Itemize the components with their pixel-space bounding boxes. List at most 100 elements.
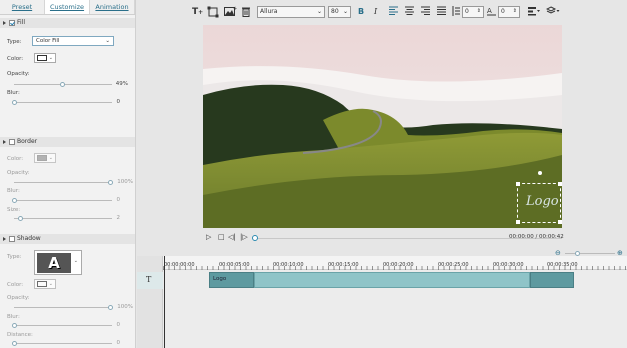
fill-type-label: Type: bbox=[7, 39, 22, 45]
prev-frame-button[interactable]: ◁| bbox=[228, 233, 236, 241]
shadow-distance-slider[interactable] bbox=[12, 341, 112, 346]
slider-thumb[interactable] bbox=[12, 323, 17, 328]
fill-color-picker[interactable]: ⌄ bbox=[34, 53, 56, 63]
ruler-label: 00:00:15:00 bbox=[328, 262, 359, 268]
fill-section-header[interactable]: Fill bbox=[0, 18, 135, 28]
fill-type-select[interactable]: Color Fill ⌄ bbox=[32, 36, 114, 46]
align-left-icon[interactable] bbox=[389, 6, 398, 19]
chevron-down-icon: ⌄ bbox=[105, 38, 110, 44]
text-box-icon[interactable] bbox=[207, 6, 219, 22]
slider-thumb[interactable] bbox=[12, 100, 17, 105]
clip-head[interactable]: Logo bbox=[209, 272, 254, 288]
fill-blur-value: 0 bbox=[116, 99, 121, 105]
border-blur-slider[interactable] bbox=[12, 198, 112, 203]
logo-selection-box[interactable]: Logo bbox=[516, 171, 562, 224]
align-center-icon[interactable] bbox=[405, 6, 414, 19]
border-size-value: 2 bbox=[116, 215, 121, 221]
text-toolbar: T+ + Allura ⌄ 80 ⌄ B I 0 ⇕ A 0 ⇕ bbox=[137, 0, 627, 25]
shadow-type-picker[interactable]: A ⌄ bbox=[34, 250, 82, 275]
ruler-label: 00:00:30:00 bbox=[493, 262, 524, 268]
justify-icon[interactable] bbox=[437, 6, 446, 19]
fill-color-label: Color: bbox=[7, 56, 24, 62]
timeline-ruler[interactable]: 00:00:00:00 00:00:05:00 00:00:10:00 00:0… bbox=[163, 256, 627, 270]
resize-handle[interactable] bbox=[558, 220, 562, 224]
border-color-label: Color: bbox=[7, 156, 24, 162]
clip-body[interactable] bbox=[254, 272, 530, 288]
video-preview[interactable]: Logo bbox=[203, 25, 562, 228]
border-blur-label: Blur: bbox=[7, 188, 20, 194]
fill-opacity-value: 49% bbox=[115, 81, 128, 87]
font-size-value: 80 bbox=[331, 8, 339, 15]
tab-animation[interactable]: Animation bbox=[90, 0, 135, 14]
preview-image bbox=[203, 25, 562, 228]
properties-panel: Preset Customize Animation Fill Type: Co… bbox=[0, 0, 136, 348]
text-track-header[interactable]: T bbox=[137, 272, 163, 289]
track-header-column bbox=[137, 256, 163, 348]
delete-icon[interactable] bbox=[241, 6, 251, 21]
chevron-down-icon: ⌄ bbox=[73, 258, 78, 264]
border-opacity-value: 100% bbox=[117, 179, 133, 185]
zoom-slider[interactable] bbox=[565, 251, 615, 256]
border-checkbox[interactable] bbox=[9, 138, 15, 145]
fill-opacity-slider[interactable] bbox=[14, 82, 112, 87]
letter-spacing-icon: A bbox=[487, 6, 496, 20]
resize-handle[interactable] bbox=[516, 220, 520, 224]
text-track-icon: T bbox=[146, 275, 152, 284]
clip-tail[interactable] bbox=[530, 272, 574, 288]
ruler-label: 00:00:10:00 bbox=[273, 262, 304, 268]
shadow-color-picker[interactable]: ⌄ bbox=[34, 279, 56, 289]
play-button[interactable]: ▷ bbox=[206, 233, 211, 241]
stop-button[interactable]: □ bbox=[218, 233, 225, 241]
slider-thumb[interactable] bbox=[12, 198, 17, 203]
shadow-opacity-slider[interactable] bbox=[14, 305, 113, 310]
expand-icon bbox=[3, 236, 6, 241]
shadow-blur-label: Blur: bbox=[7, 314, 20, 320]
slider-thumb[interactable] bbox=[18, 216, 23, 221]
fill-checkbox[interactable] bbox=[9, 19, 15, 26]
shadow-opacity-value: 100% bbox=[117, 304, 133, 310]
fill-opacity-label: Opacity: bbox=[7, 71, 30, 77]
rotate-handle[interactable] bbox=[538, 171, 542, 175]
font-size-select[interactable]: 80 ⌄ bbox=[328, 6, 351, 18]
border-opacity-slider[interactable] bbox=[14, 180, 113, 185]
border-color-picker[interactable]: ⌄ bbox=[34, 153, 56, 163]
align-right-icon[interactable] bbox=[421, 6, 430, 19]
letter-spacing-stepper[interactable]: 0 ⇕ bbox=[498, 6, 520, 18]
border-size-slider[interactable] bbox=[14, 216, 112, 221]
panel-tabs: Preset Customize Animation bbox=[0, 0, 135, 15]
layers-icon[interactable] bbox=[545, 6, 560, 20]
fill-blur-slider[interactable] bbox=[12, 100, 112, 105]
resize-handle[interactable] bbox=[558, 182, 562, 186]
shadow-section-header[interactable]: Shadow bbox=[0, 234, 135, 244]
font-select[interactable]: Allura ⌄ bbox=[257, 6, 325, 18]
timeline: T 00:00:00:00 00:00:05:00 00:00:10:00 00… bbox=[137, 256, 627, 348]
border-section-header[interactable]: Border bbox=[0, 137, 135, 147]
slider-thumb[interactable] bbox=[12, 341, 17, 346]
add-text-icon[interactable]: T+ bbox=[192, 6, 203, 19]
tab-preset[interactable]: Preset bbox=[0, 0, 45, 14]
ruler-label: 00:00:25:00 bbox=[438, 262, 469, 268]
bold-button[interactable]: B bbox=[358, 6, 364, 18]
svg-text:+: + bbox=[233, 6, 237, 12]
shadow-distance-value: 0 bbox=[116, 340, 121, 346]
shadow-blur-value: 0 bbox=[116, 322, 121, 328]
shadow-checkbox[interactable] bbox=[9, 235, 15, 242]
fill-blur-label: Blur: bbox=[7, 90, 20, 96]
resize-handle[interactable] bbox=[516, 182, 520, 186]
slider-thumb[interactable] bbox=[60, 82, 65, 87]
playhead[interactable] bbox=[164, 256, 165, 348]
next-frame-button[interactable]: |▷ bbox=[240, 233, 248, 241]
shadow-blur-slider[interactable] bbox=[12, 323, 112, 328]
image-icon[interactable]: + bbox=[224, 6, 237, 21]
line-spacing-stepper[interactable]: 0 ⇕ bbox=[462, 6, 484, 18]
border-opacity-label: Opacity: bbox=[7, 170, 30, 176]
tab-customize[interactable]: Customize bbox=[45, 0, 90, 14]
letter-spacing-value: 0 bbox=[501, 8, 505, 15]
stepper-arrows-icon: ⇕ bbox=[512, 8, 517, 14]
ruler-label: 00:00:20:00 bbox=[383, 262, 414, 268]
chevron-down-icon: ⌄ bbox=[342, 8, 348, 15]
fill-header-label: Fill bbox=[17, 19, 26, 26]
align-objects-icon[interactable] bbox=[528, 6, 541, 20]
border-blur-value: 0 bbox=[116, 197, 121, 203]
italic-button[interactable]: I bbox=[374, 6, 377, 18]
